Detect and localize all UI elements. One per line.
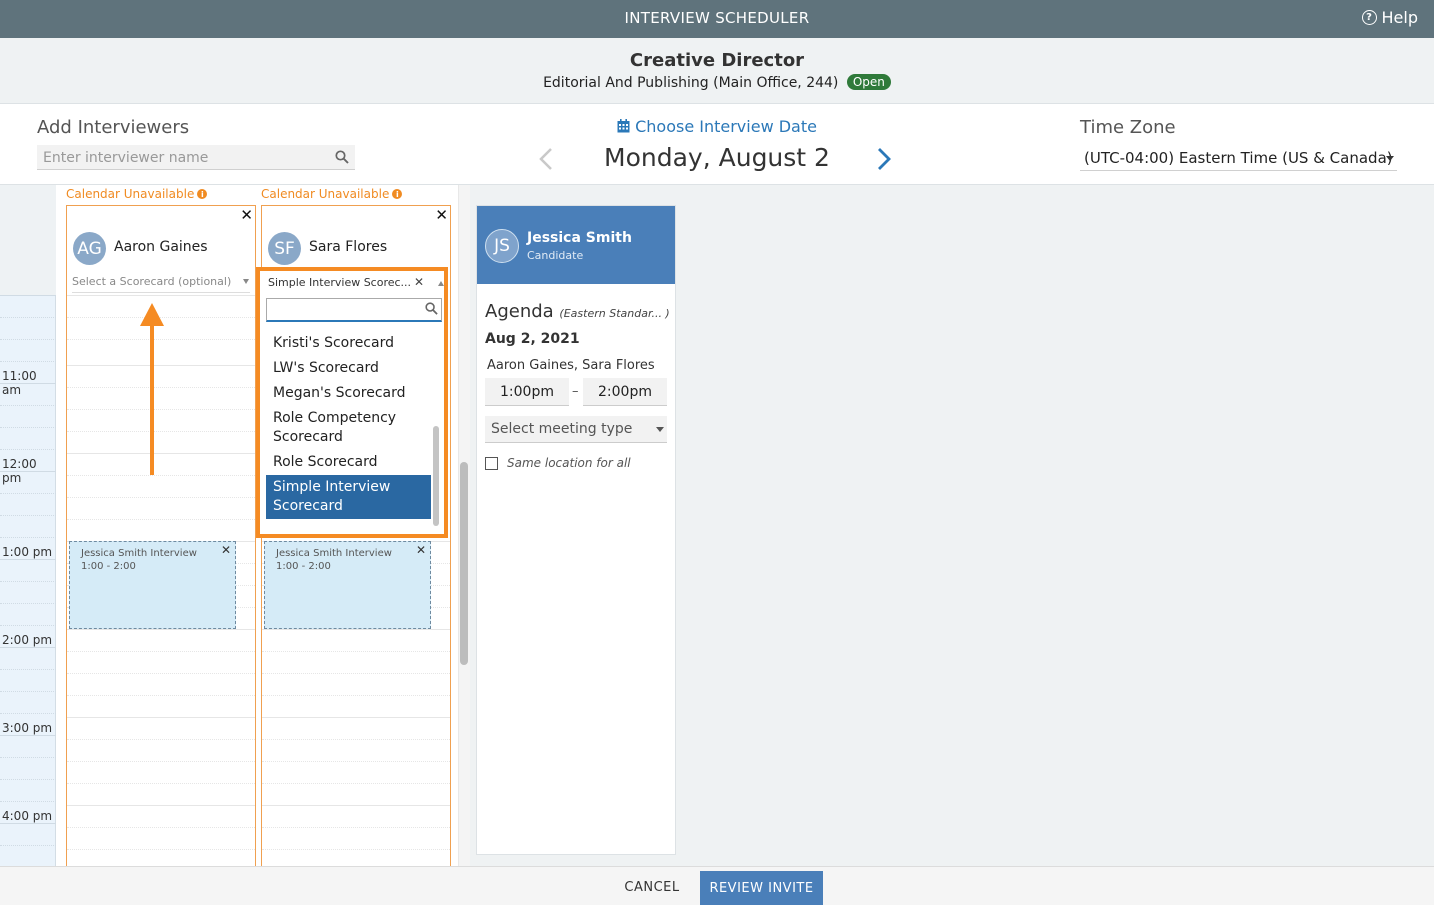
time-column-header	[0, 185, 56, 295]
scorecard-option[interactable]: Megan's Scorecard	[266, 381, 431, 406]
same-location-toggle[interactable]: Same location for all	[485, 456, 631, 470]
timezone-select[interactable]: (UTC-04:00) Eastern Time (US & Canada)	[1080, 145, 1397, 171]
meeting-type-select[interactable]: Select meeting type	[485, 416, 667, 443]
review-invite-button[interactable]: REVIEW INVITE	[700, 871, 823, 905]
calendar-unavailable-warning: Calendar Unavailable i	[261, 187, 403, 201]
agenda-date: Aug 2, 2021	[485, 331, 580, 347]
caret-up-icon	[438, 281, 444, 286]
interviewer-search	[37, 145, 355, 170]
choose-date-link[interactable]: Choose Interview Date	[600, 117, 834, 136]
event-title: Jessica Smith Interview	[81, 548, 197, 559]
time-label-1pm: 1:00 pm	[2, 545, 53, 559]
status-badge: Open	[846, 74, 891, 90]
job-location: Editorial And Publishing (Main Office, 2…	[543, 75, 839, 91]
avatar: JS	[485, 229, 519, 263]
time-label-2pm: 2:00 pm	[2, 633, 53, 647]
previous-day-icon[interactable]	[538, 147, 554, 171]
calendar-area: 11:00 am 12:00 pm 1:00 pm 2:00 pm 3:00 p…	[0, 185, 470, 866]
scorecard-search-input[interactable]	[267, 300, 417, 320]
job-header: Creative Director Editorial And Publishi…	[0, 38, 1434, 104]
app-title: INTERVIEW SCHEDULER	[624, 9, 810, 27]
scorecard-option-list: Kristi's Scorecard LW's Scorecard Megan'…	[266, 331, 431, 531]
interview-event-block[interactable]: Jessica Smith Interview 1:00 - 2:00 ✕	[69, 541, 236, 629]
same-location-label: Same location for all	[507, 456, 631, 470]
next-day-icon[interactable]	[876, 147, 892, 171]
time-separator: –	[572, 384, 579, 399]
time-label-3pm: 3:00 pm	[2, 721, 53, 735]
agenda-timezone: (Eastern Standar... )	[559, 307, 670, 320]
scorecard-option[interactable]: Role Scorecard	[266, 450, 431, 475]
agenda-panel: JS Jessica Smith Candidate Agenda (Easte…	[476, 205, 676, 855]
clear-selection-icon[interactable]: ✕	[414, 275, 424, 289]
scorecard-search	[266, 298, 442, 322]
timezone-value: (UTC-04:00) Eastern Time (US & Canada)	[1084, 149, 1393, 167]
calendar-unavailable-warning: Calendar Unavailable i	[66, 187, 208, 201]
help-label: Help	[1381, 8, 1418, 27]
agenda-interviewers: Aaron Gaines, Sara Flores	[487, 358, 655, 373]
scorecard-dropdown: Simple Interview Scorec... ✕ Kristi's Sc…	[256, 267, 448, 538]
info-icon[interactable]: i	[392, 189, 403, 199]
caret-down-icon	[656, 427, 664, 432]
footer-bar: CANCEL REVIEW INVITE	[0, 866, 1434, 905]
remove-interviewer-icon[interactable]: ✕	[240, 206, 253, 224]
end-time-field[interactable]: 2:00pm	[583, 378, 667, 406]
choose-date-label: Choose Interview Date	[635, 117, 817, 136]
scorecard-option[interactable]: Kristi's Scorecard	[266, 331, 431, 356]
time-label-4pm: 4:00 pm	[2, 809, 53, 823]
app-header: INTERVIEW SCHEDULER ? Help	[0, 0, 1434, 38]
calendar-icon	[617, 119, 630, 133]
cancel-button[interactable]: CANCEL	[612, 871, 692, 905]
scorecard-select-open[interactable]: Simple Interview Scorec... ✕	[264, 273, 444, 295]
interviewer-name: Sara Flores	[309, 239, 388, 255]
add-interviewers-label: Add Interviewers	[37, 117, 190, 138]
time-label-12pm: 12:00 pm	[2, 457, 37, 485]
timezone-label: Time Zone	[1080, 117, 1176, 138]
job-subtitle: Editorial And Publishing (Main Office, 2…	[0, 74, 1434, 91]
job-title: Creative Director	[629, 50, 805, 71]
scorecard-option[interactable]: LW's Scorecard	[266, 356, 431, 381]
avatar: SF	[268, 232, 301, 265]
time-column: 11:00 am 12:00 pm 1:00 pm 2:00 pm 3:00 p…	[0, 295, 56, 866]
search-icon[interactable]	[335, 150, 349, 164]
remove-event-icon[interactable]: ✕	[416, 543, 426, 557]
remove-event-icon[interactable]: ✕	[221, 543, 231, 557]
current-date: Monday, August 2	[604, 143, 830, 172]
event-time: 1:00 - 2:00	[276, 561, 331, 572]
help-button[interactable]: ? Help	[1361, 8, 1418, 27]
agenda-title: Agenda (Eastern Standar... )	[485, 301, 670, 322]
scorecard-select[interactable]: Select a Scorecard (optional)	[72, 273, 250, 293]
caret-down-icon	[243, 279, 249, 284]
event-title: Jessica Smith Interview	[276, 548, 392, 559]
caret-down-icon	[1386, 156, 1394, 161]
time-label-11am: 11:00 am	[2, 369, 37, 397]
info-icon[interactable]: i	[197, 189, 208, 199]
search-icon	[425, 302, 438, 315]
scorecard-selected-value: Simple Interview Scorec...	[268, 276, 412, 289]
remove-interviewer-icon[interactable]: ✕	[435, 206, 448, 224]
candidate-role: Candidate	[527, 249, 584, 262]
help-icon: ?	[1361, 10, 1377, 25]
start-time-field[interactable]: 1:00pm	[485, 378, 569, 406]
same-location-checkbox[interactable]	[485, 456, 498, 470]
scheduler-controls: Add Interviewers Choose Interview Date M…	[0, 105, 1434, 185]
scorecard-option[interactable]: Role Competency Scorecard	[266, 406, 431, 450]
interview-event-block[interactable]: Jessica Smith Interview 1:00 - 2:00 ✕	[264, 541, 431, 629]
annotation-arrow-head	[140, 303, 164, 326]
interviewer-search-input[interactable]	[37, 145, 327, 170]
dropdown-scrollbar[interactable]	[433, 426, 439, 526]
annotation-arrow	[150, 325, 154, 475]
calendar-scrollbar-thumb[interactable]	[460, 462, 468, 665]
interviewer-name: Aaron Gaines	[114, 239, 208, 255]
candidate-header: JS Jessica Smith Candidate	[477, 206, 675, 284]
candidate-name: Jessica Smith	[527, 230, 632, 246]
scorecard-option-selected[interactable]: Simple Interview Scorecard	[266, 475, 431, 519]
event-time: 1:00 - 2:00	[81, 561, 136, 572]
avatar: AG	[73, 232, 106, 265]
